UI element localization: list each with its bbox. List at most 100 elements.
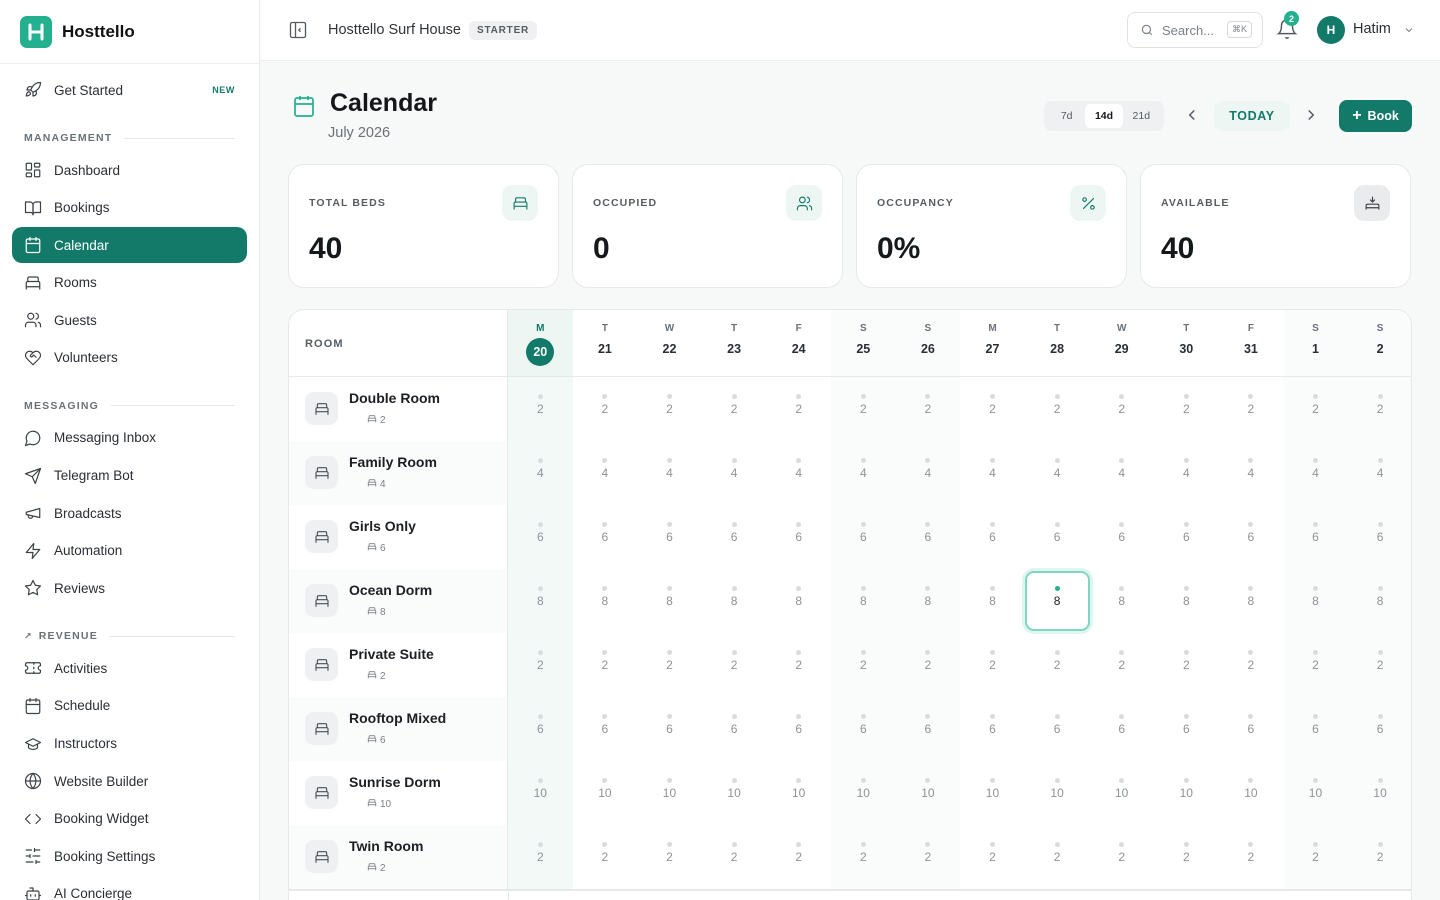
availability-cell[interactable]: 2: [637, 377, 702, 441]
availability-cell[interactable]: 6: [1089, 697, 1154, 761]
availability-cell[interactable]: 4: [766, 441, 831, 505]
availability-cell[interactable]: 6: [960, 697, 1025, 761]
availability-cell[interactable]: 6: [960, 505, 1025, 569]
availability-cell[interactable]: 10: [1219, 761, 1284, 825]
book-button[interactable]: + Book: [1339, 100, 1412, 132]
availability-cell[interactable]: 2: [1283, 825, 1348, 889]
availability-cell[interactable]: 4: [1219, 441, 1284, 505]
availability-cell[interactable]: 10: [1347, 761, 1411, 825]
availability-cell[interactable]: 10: [895, 761, 961, 825]
availability-cell[interactable]: 2: [960, 633, 1025, 697]
availability-cell[interactable]: 8: [1024, 569, 1090, 633]
availability-cell[interactable]: 2: [508, 633, 573, 697]
availability-cell[interactable]: 6: [895, 505, 961, 569]
availability-cell[interactable]: 6: [766, 697, 831, 761]
property-name[interactable]: Hosttello Surf House: [328, 22, 461, 38]
availability-cell[interactable]: 6: [702, 505, 767, 569]
availability-cell[interactable]: 2: [766, 825, 831, 889]
availability-cell[interactable]: 10: [766, 761, 831, 825]
availability-cell[interactable]: 6: [1219, 505, 1284, 569]
sidebar-item-guests[interactable]: Guests: [12, 302, 247, 338]
availability-cell[interactable]: 2: [895, 377, 961, 441]
availability-cell[interactable]: 4: [702, 441, 767, 505]
availability-cell[interactable]: 4: [573, 441, 638, 505]
availability-cell[interactable]: 8: [508, 569, 573, 633]
availability-cell[interactable]: 6: [766, 505, 831, 569]
availability-cell[interactable]: 10: [1154, 761, 1219, 825]
availability-cell[interactable]: 2: [1025, 633, 1090, 697]
availability-cell[interactable]: 4: [1089, 441, 1154, 505]
sidebar-toggle-icon[interactable]: [288, 20, 308, 40]
availability-cell[interactable]: 2: [766, 633, 831, 697]
availability-cell[interactable]: 8: [1219, 569, 1284, 633]
availability-cell[interactable]: 10: [573, 761, 638, 825]
availability-cell[interactable]: 4: [1283, 441, 1348, 505]
room-cell[interactable]: Double Room 2: [289, 377, 508, 441]
availability-cell[interactable]: 6: [508, 697, 573, 761]
availability-cell[interactable]: 6: [637, 505, 702, 569]
availability-cell[interactable]: 6: [831, 697, 896, 761]
availability-cell[interactable]: 4: [1025, 441, 1090, 505]
availability-cell[interactable]: 6: [573, 505, 638, 569]
today-button[interactable]: TODAY: [1214, 101, 1290, 131]
availability-cell[interactable]: 2: [895, 825, 961, 889]
availability-cell[interactable]: 4: [960, 441, 1025, 505]
availability-cell[interactable]: 4: [831, 441, 896, 505]
sidebar-item-automation[interactable]: Automation: [12, 533, 247, 569]
availability-cell[interactable]: 8: [1347, 569, 1411, 633]
availability-cell[interactable]: 2: [1089, 633, 1154, 697]
sidebar-item-booking-widget[interactable]: Booking Widget: [12, 801, 247, 837]
availability-cell[interactable]: 2: [960, 825, 1025, 889]
availability-cell[interactable]: 10: [702, 761, 767, 825]
availability-cell[interactable]: 2: [831, 377, 896, 441]
room-cell[interactable]: Family Room 4: [289, 441, 508, 505]
chevron-left-icon[interactable]: [1183, 106, 1201, 124]
availability-cell[interactable]: 2: [573, 825, 638, 889]
sidebar-item-instructors[interactable]: Instructors: [12, 726, 247, 762]
availability-cell[interactable]: 6: [1347, 505, 1411, 569]
chevron-down-icon[interactable]: [1403, 24, 1415, 36]
user-name[interactable]: Hatim: [1353, 21, 1391, 37]
availability-cell[interactable]: 2: [573, 633, 638, 697]
availability-cell[interactable]: 6: [1347, 697, 1411, 761]
room-cell[interactable]: Girls Only 6: [289, 505, 508, 569]
sidebar-item-activities[interactable]: Activities: [12, 650, 247, 686]
availability-cell[interactable]: 8: [766, 569, 831, 633]
avatar[interactable]: H: [1317, 16, 1345, 44]
availability-cell[interactable]: 2: [1219, 377, 1284, 441]
range-14d[interactable]: 14d: [1085, 104, 1123, 128]
availability-cell[interactable]: 2: [702, 825, 767, 889]
availability-cell[interactable]: 2: [960, 377, 1025, 441]
availability-cell[interactable]: 6: [1154, 505, 1219, 569]
availability-cell[interactable]: 2: [1219, 825, 1284, 889]
room-cell[interactable]: Ocean Dorm 8: [289, 569, 508, 633]
sidebar-item-get-started[interactable]: Get Started NEW: [12, 72, 247, 108]
availability-cell[interactable]: 8: [1283, 569, 1348, 633]
availability-cell[interactable]: 2: [1154, 825, 1219, 889]
availability-cell[interactable]: 2: [702, 377, 767, 441]
availability-cell[interactable]: 6: [702, 697, 767, 761]
availability-cell[interactable]: 2: [766, 377, 831, 441]
availability-cell[interactable]: 2: [1283, 633, 1348, 697]
availability-cell[interactable]: 4: [637, 441, 702, 505]
sidebar-item-website-builder[interactable]: Website Builder: [12, 763, 247, 799]
availability-cell[interactable]: 2: [573, 377, 638, 441]
availability-cell[interactable]: 8: [637, 569, 702, 633]
sidebar-item-broadcasts[interactable]: Broadcasts: [12, 495, 247, 531]
availability-cell[interactable]: 10: [637, 761, 702, 825]
availability-cell[interactable]: 10: [508, 761, 573, 825]
availability-cell[interactable]: 8: [1154, 569, 1219, 633]
availability-cell[interactable]: 6: [1025, 697, 1090, 761]
availability-cell[interactable]: 2: [1347, 377, 1411, 441]
availability-cell[interactable]: 8: [960, 569, 1025, 633]
availability-cell[interactable]: 2: [1025, 825, 1090, 889]
range-7d[interactable]: 7d: [1048, 104, 1085, 128]
availability-cell[interactable]: 10: [831, 761, 896, 825]
sidebar-item-rooms[interactable]: Rooms: [12, 265, 247, 301]
sidebar-item-booking-settings[interactable]: Booking Settings: [12, 838, 247, 874]
sidebar-item-messaging-inbox[interactable]: Messaging Inbox: [12, 420, 247, 456]
availability-cell[interactable]: 8: [573, 569, 638, 633]
sidebar-item-volunteers[interactable]: Volunteers: [12, 340, 247, 376]
availability-cell[interactable]: 2: [637, 633, 702, 697]
availability-cell[interactable]: 2: [1089, 825, 1154, 889]
